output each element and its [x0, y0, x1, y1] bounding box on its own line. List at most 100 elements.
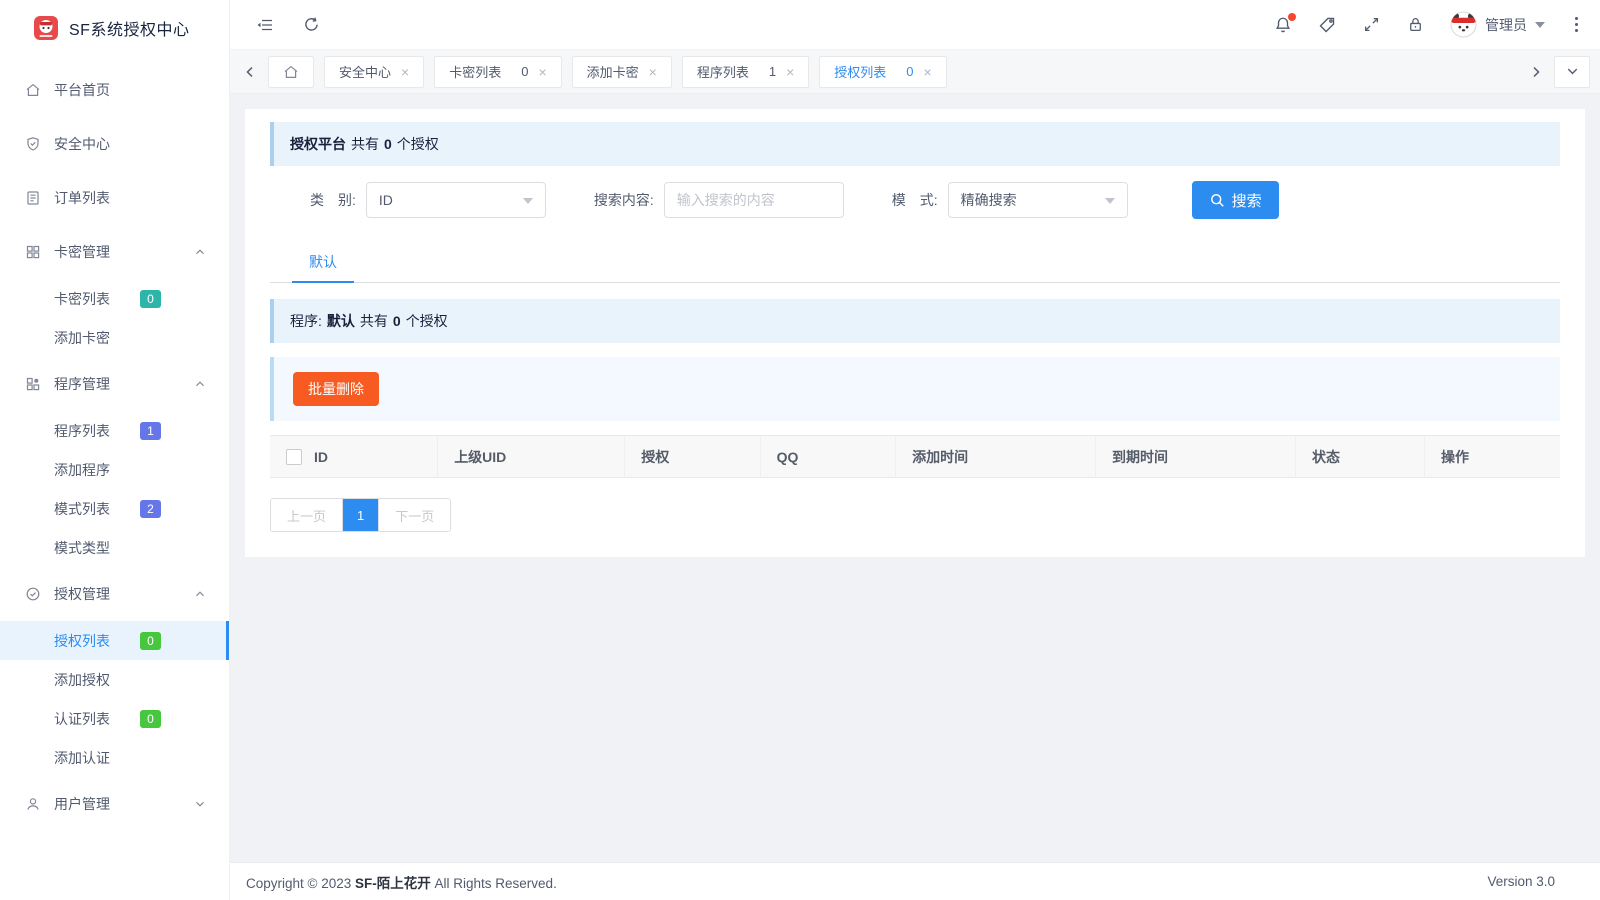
- sidebar-item-home[interactable]: 平台首页: [0, 63, 229, 117]
- brand: SF系统授权中心: [0, 0, 229, 56]
- more-menu-icon[interactable]: [1571, 15, 1582, 34]
- tabs-scroll-left-icon[interactable]: [242, 64, 258, 80]
- notification-dot: [1288, 13, 1296, 21]
- version-label: Version 3.0: [1487, 874, 1555, 889]
- next-page-button[interactable]: 下一页: [378, 499, 450, 531]
- search-icon: [1209, 192, 1226, 209]
- tabs-scroll-right-icon[interactable]: [1528, 64, 1544, 80]
- tabbar: 安全中心 × 卡密列表 0 × 添加卡密 × 程序列表 1 × 授权列表 0 ×: [230, 50, 1600, 94]
- close-icon[interactable]: ×: [786, 64, 794, 80]
- table-header-row: ID 上级UID 授权 QQ 添加时间 到期时间 状态 操作: [270, 436, 1560, 478]
- tag-icon[interactable]: [1318, 16, 1336, 34]
- tab-default-program[interactable]: 默认: [292, 243, 354, 283]
- select-all-checkbox[interactable]: [286, 449, 302, 465]
- sidebar-item-mode-type[interactable]: 模式类型: [0, 528, 229, 567]
- tab-security-center[interactable]: 安全中心 ×: [324, 56, 424, 88]
- sidebar-item-cert-add[interactable]: 添加认证: [0, 738, 229, 777]
- prev-page-button[interactable]: 上一页: [271, 499, 342, 531]
- sidebar-submenu-auth: 授权列表 0 添加授权 认证列表 0 添加认证: [0, 621, 229, 777]
- search-input[interactable]: [664, 182, 844, 218]
- auth-list-panel: 授权平台 共有 0 个授权 类 别: ID 搜索内容: 模 式: 精确搜索: [245, 109, 1585, 557]
- category-label: 类 别:: [310, 190, 356, 210]
- sidebar-group-card-management[interactable]: 卡密管理: [0, 225, 229, 279]
- auth-table: ID 上级UID 授权 QQ 添加时间 到期时间 状态 操作: [270, 435, 1560, 478]
- search-button[interactable]: 搜索: [1192, 181, 1279, 219]
- category-select[interactable]: ID: [366, 182, 546, 218]
- tab-card-add[interactable]: 添加卡密 ×: [572, 56, 672, 88]
- close-icon[interactable]: ×: [401, 64, 409, 80]
- tabs-dropdown-icon[interactable]: [1554, 56, 1590, 88]
- tab-auth-list[interactable]: 授权列表 0 ×: [819, 56, 946, 88]
- tab-home[interactable]: [268, 56, 314, 88]
- copyright-suffix: All Rights Reserved.: [431, 876, 557, 891]
- sidebar-item-orders[interactable]: 订单列表: [0, 171, 229, 225]
- home-icon: [283, 64, 299, 80]
- platform-summary-banner: 授权平台 共有 0 个授权: [270, 122, 1560, 166]
- banner-count: 0: [393, 313, 401, 329]
- search-button-label: 搜索: [1232, 190, 1262, 211]
- sidebar-group-program-management[interactable]: 程序管理: [0, 357, 229, 411]
- pagination: 上一页 1 下一页: [270, 498, 451, 532]
- chevron-up-icon: [193, 245, 207, 259]
- count-badge: 0: [140, 290, 161, 308]
- tab-label: 授权列表: [834, 62, 886, 81]
- program-summary-banner: 程序: 默认 共有 0 个授权: [270, 299, 1560, 343]
- sidebar-group-auth-management[interactable]: 授权管理: [0, 567, 229, 621]
- page-number-button[interactable]: 1: [342, 499, 378, 531]
- sidebar-submenu-program: 程序列表 1 添加程序 模式列表 2 模式类型: [0, 411, 229, 567]
- count-badge: 0: [140, 632, 161, 650]
- lock-icon[interactable]: [1406, 16, 1424, 34]
- topbar-right: 管理员: [1274, 11, 1582, 38]
- sidebar-item-security[interactable]: 安全中心: [0, 117, 229, 171]
- sidebar-item-card-list[interactable]: 卡密列表 0: [0, 279, 229, 318]
- sidebar-item-program-list[interactable]: 程序列表 1: [0, 411, 229, 450]
- mode-select[interactable]: 精确搜索: [948, 182, 1128, 218]
- banner-title: 授权平台: [290, 134, 346, 154]
- collapse-sidebar-icon[interactable]: [256, 16, 274, 34]
- sidebar-item-label: 卡密列表: [54, 289, 110, 309]
- mode-select-value: 精确搜索: [961, 190, 1017, 210]
- refresh-icon[interactable]: [302, 16, 320, 34]
- sidebar-item-label: 添加卡密: [54, 328, 110, 348]
- sidebar-item-auth-add[interactable]: 添加授权: [0, 660, 229, 699]
- close-icon[interactable]: ×: [538, 64, 546, 80]
- tab-program-list[interactable]: 程序列表 1 ×: [682, 56, 809, 88]
- admin-menu[interactable]: 管理员: [1450, 11, 1545, 38]
- tab-card-list[interactable]: 卡密列表 0 ×: [434, 56, 561, 88]
- tab-label: 安全中心: [339, 62, 391, 81]
- sidebar-item-label: 订单列表: [54, 188, 110, 208]
- fullscreen-icon[interactable]: [1362, 16, 1380, 34]
- notification-bell-icon[interactable]: [1274, 16, 1292, 34]
- sidebar-item-label: 添加授权: [54, 670, 110, 690]
- sidebar-group-label: 授权管理: [54, 584, 110, 604]
- tab-label: 添加卡密: [587, 62, 639, 81]
- program-tabs: 默认: [270, 243, 1560, 283]
- sidebar-item-auth-list[interactable]: 授权列表 0: [0, 621, 229, 660]
- sidebar-item-cert-list[interactable]: 认证列表 0: [0, 699, 229, 738]
- column-header: 到期时间: [1096, 436, 1296, 478]
- search-content-label: 搜索内容:: [594, 190, 654, 210]
- grid-icon: [25, 244, 41, 260]
- sidebar-item-program-add[interactable]: 添加程序: [0, 450, 229, 489]
- sidebar-group-user-management[interactable]: 用户管理: [0, 777, 229, 831]
- sidebar-item-label: 认证列表: [54, 709, 110, 729]
- banner-text: 程序:: [290, 311, 322, 331]
- count-badge: 0: [140, 710, 161, 728]
- sidebar-group-label: 卡密管理: [54, 242, 110, 262]
- batch-delete-button[interactable]: 批量删除: [293, 372, 379, 406]
- admin-label: 管理员: [1485, 15, 1527, 35]
- count-badge: 1: [140, 422, 161, 440]
- shield-check-icon: [25, 136, 41, 152]
- avatar: [1450, 11, 1477, 38]
- column-header: 操作: [1424, 436, 1560, 478]
- sidebar-item-card-add[interactable]: 添加卡密: [0, 318, 229, 357]
- close-icon[interactable]: ×: [924, 64, 932, 80]
- sidebar-item-mode-list[interactable]: 模式列表 2: [0, 489, 229, 528]
- chevron-up-icon: [193, 377, 207, 391]
- copyright-prefix: Copyright © 2023: [246, 876, 355, 891]
- banner-text: 个授权: [397, 134, 439, 154]
- topbar: 管理员: [230, 0, 1600, 50]
- column-header: 添加时间: [896, 436, 1096, 478]
- caret-down-icon: [1105, 198, 1115, 204]
- close-icon[interactable]: ×: [649, 64, 657, 80]
